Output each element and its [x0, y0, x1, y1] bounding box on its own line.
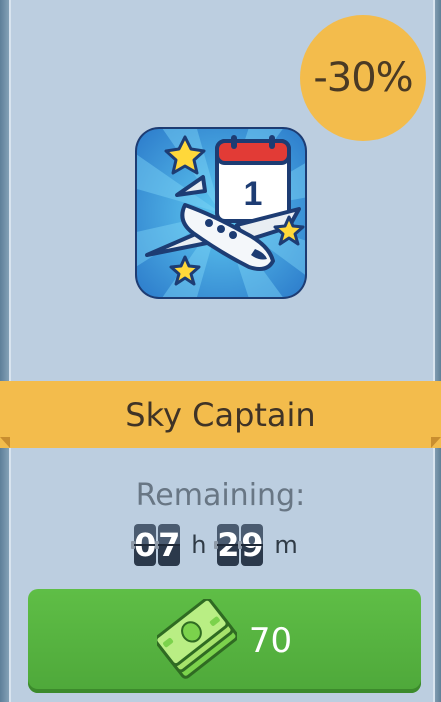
buy-button[interactable]: 70	[28, 589, 421, 693]
minutes-digit: 9	[238, 524, 264, 566]
svg-text:1: 1	[244, 175, 263, 213]
price-label: 70	[248, 621, 293, 661]
calendar-icon: 1	[215, 135, 291, 223]
title-ribbon: Sky Captain	[0, 381, 441, 448]
hours-unit: h	[191, 531, 207, 559]
hours-digit: 0	[131, 524, 157, 566]
countdown-timer: 0 7 h 2 9 m	[0, 522, 441, 568]
discount-label: -30%	[313, 55, 413, 101]
item-name: Sky Captain	[125, 395, 316, 434]
discount-badge: -30%	[300, 15, 426, 141]
hours-digit: 7	[155, 524, 181, 566]
remaining-label: Remaining:	[135, 478, 306, 513]
cash-stack-icon	[154, 597, 239, 683]
airplane-calendar-icon: 1	[133, 125, 309, 301]
minutes-unit: m	[274, 531, 298, 559]
minutes-digit: 2	[214, 524, 240, 566]
